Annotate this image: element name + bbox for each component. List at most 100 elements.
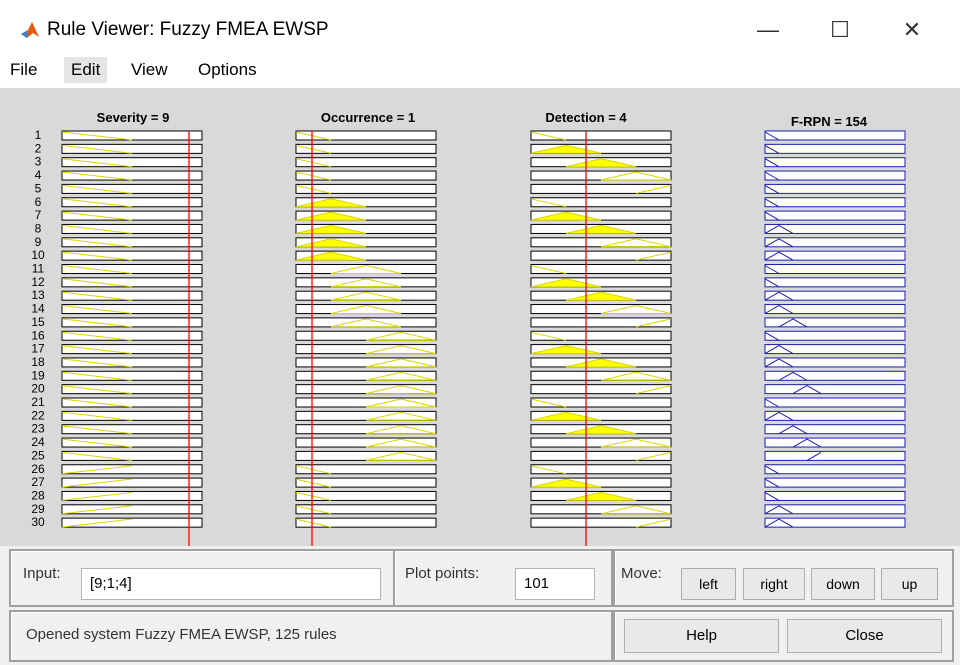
rule-number: 23 bbox=[31, 422, 45, 436]
severity-mf-box bbox=[61, 410, 203, 421]
f-rpn-mf-box bbox=[764, 477, 906, 488]
detection-mf-box bbox=[530, 317, 672, 328]
column-title-2: Detection = 4 bbox=[545, 110, 627, 125]
rule-number: 11 bbox=[32, 262, 45, 276]
occurrence-mf-box bbox=[295, 490, 437, 501]
column-title-0: Severity = 9 bbox=[97, 110, 170, 125]
f-rpn-mf-box bbox=[764, 277, 906, 288]
occurrence-mf-box bbox=[295, 183, 437, 194]
rule-number: 6 bbox=[35, 195, 42, 209]
rule-number: 15 bbox=[31, 315, 45, 329]
f-rpn-mf-box bbox=[764, 450, 906, 461]
severity-mf-box bbox=[61, 397, 203, 408]
column-title-1: Occurrence = 1 bbox=[321, 110, 415, 125]
occurrence-mf-box bbox=[295, 464, 437, 475]
rule-plot-area: Severity = 9 Occurrence = 1 Detection = 4 F… bbox=[0, 88, 960, 546]
rule-number: 5 bbox=[35, 181, 42, 195]
detection-mf-box bbox=[530, 264, 672, 274]
f-rpn-mf-box bbox=[764, 464, 906, 475]
minimize-button[interactable]: — bbox=[746, 12, 790, 48]
detection-mf-box bbox=[530, 183, 672, 194]
rule-number: 14 bbox=[31, 302, 45, 316]
window-title: Rule Viewer: Fuzzy FMEA EWSP bbox=[47, 19, 329, 40]
close-window-button[interactable]: ✕ bbox=[890, 12, 934, 48]
severity-mf-box bbox=[61, 170, 203, 181]
occurrence-mf-box bbox=[295, 143, 437, 154]
f-rpn-mf-box bbox=[764, 384, 906, 395]
rule-number: 16 bbox=[31, 328, 45, 342]
rule-number: 22 bbox=[31, 408, 45, 422]
rule-number: 7 bbox=[35, 208, 42, 222]
occurrence-mf-box bbox=[295, 130, 437, 141]
rule-number: 29 bbox=[31, 502, 45, 516]
detection-mf-box bbox=[530, 197, 672, 208]
menu-view[interactable]: View bbox=[124, 57, 175, 83]
move-left-button[interactable]: left bbox=[681, 568, 736, 600]
f-rpn-mf-box bbox=[764, 330, 906, 341]
occurrence-mf-box bbox=[295, 477, 437, 488]
menu-edit[interactable]: Edit bbox=[64, 57, 108, 83]
control-panel: Input: [9;1;4] Plot points: 101 Move: le… bbox=[0, 546, 960, 665]
f-rpn-mf-box bbox=[764, 157, 906, 168]
move-down-button[interactable]: down bbox=[811, 568, 875, 600]
severity-mf-box bbox=[61, 143, 203, 154]
action-frame: Help Close bbox=[613, 610, 954, 662]
input-label: Input: bbox=[23, 565, 61, 582]
severity-mf-box bbox=[61, 130, 203, 141]
maximize-button[interactable]: ☐ bbox=[818, 12, 862, 48]
detection-mf-box bbox=[530, 464, 672, 475]
severity-mf-box bbox=[61, 330, 203, 341]
move-up-button[interactable]: up bbox=[881, 568, 938, 600]
matlab-logo-icon bbox=[21, 22, 39, 38]
severity-mf-box bbox=[61, 370, 203, 381]
rule-number: 30 bbox=[31, 515, 45, 529]
severity-mf-box bbox=[61, 290, 203, 301]
title-bar: Rule Viewer: Fuzzy FMEA EWSP — ☐ ✕ bbox=[0, 0, 960, 52]
rule-number: 21 bbox=[31, 395, 45, 409]
severity-mf-box bbox=[61, 277, 203, 288]
rule-number: 3 bbox=[35, 155, 42, 169]
rule-number: 1 bbox=[35, 128, 42, 142]
column-title-3: F-RPN = 154 bbox=[791, 114, 868, 129]
close-button[interactable]: Close bbox=[787, 619, 942, 653]
severity-mf-box bbox=[61, 424, 203, 435]
rule-number: 8 bbox=[35, 221, 42, 235]
detection-mf-box bbox=[530, 250, 672, 261]
rule-number: 28 bbox=[31, 488, 45, 502]
move-right-button[interactable]: right bbox=[743, 568, 805, 600]
severity-mf-box bbox=[61, 384, 203, 395]
severity-mf-box bbox=[61, 357, 203, 368]
severity-mf-box bbox=[61, 157, 203, 168]
f-rpn-mf-box bbox=[764, 437, 906, 448]
detection-mf-box bbox=[530, 384, 672, 395]
rule-number: 18 bbox=[31, 355, 45, 369]
severity-mf-box bbox=[61, 237, 203, 248]
detection-mf-box bbox=[530, 130, 672, 141]
menu-options[interactable]: Options bbox=[191, 57, 264, 83]
severity-mf-box bbox=[61, 344, 203, 355]
severity-mf-box bbox=[61, 250, 203, 261]
severity-mf-box bbox=[61, 197, 203, 208]
rule-number: 17 bbox=[31, 342, 45, 356]
severity-mf-box bbox=[61, 450, 203, 461]
plot-points-field[interactable]: 101 bbox=[515, 568, 595, 600]
help-button[interactable]: Help bbox=[624, 619, 779, 653]
rule-number: 2 bbox=[35, 141, 42, 155]
occurrence-mf-box bbox=[295, 157, 437, 168]
rule-number: 20 bbox=[31, 382, 45, 396]
rule-number: 10 bbox=[31, 248, 45, 262]
input-frame: Input: [9;1;4] bbox=[9, 549, 395, 607]
detection-mf-box bbox=[530, 397, 672, 408]
f-rpn-mf-box bbox=[764, 183, 906, 194]
detection-mf-box bbox=[530, 450, 672, 461]
status-text: Opened system Fuzzy FMEA EWSP, 125 rules bbox=[26, 626, 337, 643]
f-rpn-mf-box bbox=[764, 143, 906, 154]
f-rpn-mf-box bbox=[764, 197, 906, 208]
input-field[interactable]: [9;1;4] bbox=[81, 568, 381, 600]
plot-points-frame: Plot points: 101 bbox=[393, 549, 613, 607]
rule-number: 19 bbox=[31, 368, 45, 382]
menu-file[interactable]: File bbox=[3, 57, 44, 83]
severity-mf-box bbox=[61, 183, 203, 194]
move-frame: Move: left right down up bbox=[613, 549, 954, 607]
rule-number: 12 bbox=[31, 275, 45, 289]
